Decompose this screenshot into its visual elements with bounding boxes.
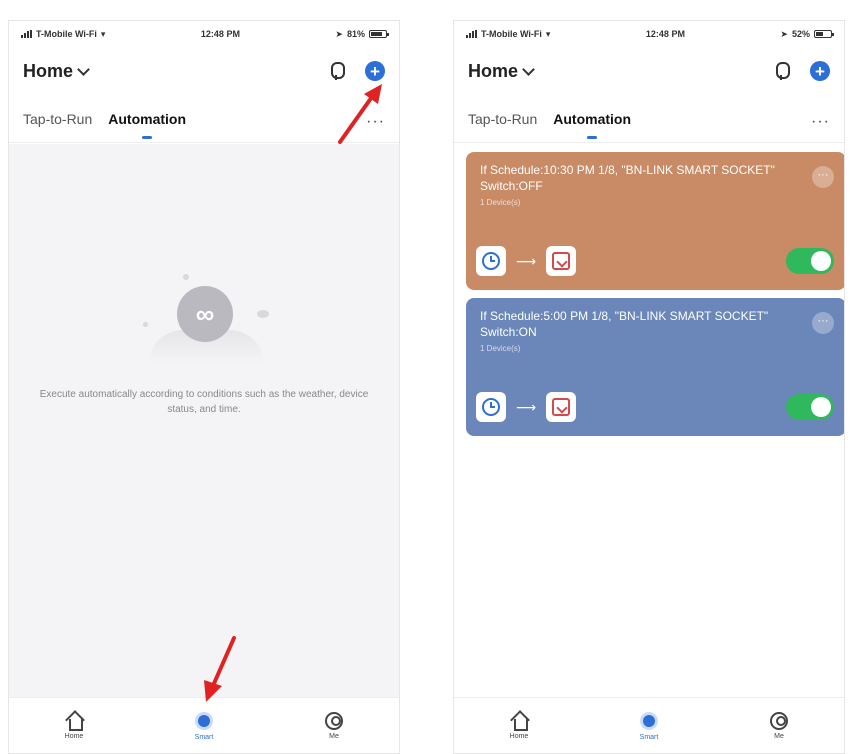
left-phone-screen: T-Mobile Wi-Fi ▾ 12:48 PM ➤ 81% Home + T…: [8, 20, 400, 754]
smart-sun-icon: [639, 711, 659, 731]
battery-icon: [368, 30, 389, 38]
home-selector[interactable]: Home: [468, 60, 535, 82]
decor-dot: [143, 322, 148, 327]
automation-toggle[interactable]: [786, 394, 834, 420]
add-icon[interactable]: +: [810, 61, 830, 81]
automation-card-title: If Schedule:5:00 PM 1/8, "BN-LINK SMART …: [480, 309, 769, 339]
tabbar-item-home[interactable]: Home: [44, 712, 104, 740]
home-selector[interactable]: Home: [23, 60, 90, 82]
tabbar-label: Smart: [194, 733, 214, 741]
automation-flow: ⟶: [476, 392, 577, 422]
automation-card-subtitle: 1 Device(s): [480, 198, 521, 207]
tabbar-label: Me: [774, 732, 784, 740]
tabs: Tap-to-Run Automation ···: [454, 101, 844, 143]
clock-icon: [482, 398, 500, 416]
device-chip: [546, 246, 577, 276]
mic-icon[interactable]: [329, 62, 345, 80]
toggle-knob: [811, 397, 831, 417]
signal-icon: [21, 30, 32, 38]
battery-icon: [813, 30, 834, 38]
home-title: Home: [468, 60, 519, 81]
wifi-icon: ▾: [100, 28, 106, 39]
device-chip: [546, 392, 577, 422]
bottom-tabbar: Home Smart Me: [454, 697, 844, 753]
home-title: Home: [23, 60, 74, 81]
app-header: Home +: [9, 51, 399, 91]
more-icon[interactable]: ···: [811, 113, 830, 131]
automation-empty-content: ∞ Execute automatically according to con…: [9, 144, 399, 697]
tabbar-label: Me: [329, 732, 339, 740]
arrow-right-icon: ⟶: [516, 252, 537, 269]
tabbar-item-home[interactable]: Home: [489, 712, 549, 740]
location-icon: ➤: [780, 28, 788, 39]
battery-percent: 52%: [791, 29, 810, 39]
location-icon: ➤: [335, 28, 343, 39]
battery-percent: 81%: [346, 29, 365, 39]
status-time: 12:48 PM: [645, 29, 685, 39]
status-bar: T-Mobile Wi-Fi ▾ 12:48 PM ➤ 81%: [9, 21, 399, 47]
tabbar-item-me[interactable]: Me: [304, 711, 364, 740]
arrow-right-icon: ⟶: [516, 398, 537, 415]
schedule-chip: [476, 392, 506, 422]
tab-automation[interactable]: Automation: [108, 111, 186, 139]
bottom-tabbar: Home Smart Me: [9, 697, 399, 753]
tabbar-item-smart[interactable]: Smart: [174, 711, 234, 741]
automation-card-off[interactable]: If Schedule:10:30 PM 1/8, "BN-LINK SMART…: [466, 152, 844, 290]
tab-tap-to-run[interactable]: Tap-to-Run: [468, 111, 537, 133]
tabbar-item-me[interactable]: Me: [749, 711, 809, 740]
chevron-down-icon: [522, 62, 535, 76]
wifi-icon: ▾: [545, 28, 551, 39]
home-icon: [510, 712, 528, 731]
battery-fill: [370, 32, 383, 36]
carrier-label: T-Mobile Wi-Fi: [36, 29, 97, 39]
user-icon: [770, 711, 788, 730]
decor-dot: [183, 274, 189, 280]
smart-sun-icon: [194, 711, 214, 731]
tabbar-label: Home: [509, 732, 529, 740]
app-header: Home +: [454, 51, 844, 91]
tabbar-label: Home: [64, 732, 84, 740]
socket-icon: [552, 398, 571, 416]
automation-card-title: If Schedule:10:30 PM 1/8, "BN-LINK SMART…: [480, 163, 775, 193]
card-more-icon[interactable]: ···: [812, 166, 834, 188]
tabbar-label: Smart: [639, 733, 659, 741]
automation-list: If Schedule:10:30 PM 1/8, "BN-LINK SMART…: [454, 144, 844, 697]
user-icon: [325, 711, 343, 730]
status-bar: T-Mobile Wi-Fi ▾ 12:48 PM ➤ 52%: [454, 21, 844, 47]
status-time: 12:48 PM: [200, 29, 240, 39]
automation-toggle[interactable]: [786, 248, 834, 274]
loop-icon: ∞: [177, 286, 233, 342]
toggle-knob: [811, 251, 831, 271]
home-icon: [65, 712, 83, 731]
chevron-down-icon: [77, 62, 90, 76]
automation-card-subtitle: 1 Device(s): [480, 344, 521, 353]
more-icon[interactable]: ···: [366, 113, 385, 131]
tabs: Tap-to-Run Automation ···: [9, 101, 399, 143]
socket-icon: [552, 252, 571, 270]
tab-automation[interactable]: Automation: [553, 111, 631, 139]
signal-icon: [466, 30, 477, 38]
automation-card-on[interactable]: If Schedule:5:00 PM 1/8, "BN-LINK SMART …: [466, 298, 844, 436]
decor-dot: [257, 310, 269, 318]
right-phone-screen: T-Mobile Wi-Fi ▾ 12:48 PM ➤ 52% Home + T…: [453, 20, 845, 754]
automation-flow: ⟶: [476, 246, 577, 276]
mic-icon[interactable]: [774, 62, 790, 80]
tabbar-item-smart[interactable]: Smart: [619, 711, 679, 741]
carrier-label: T-Mobile Wi-Fi: [481, 29, 542, 39]
battery-fill: [815, 32, 824, 36]
empty-illustration: ∞: [143, 274, 269, 364]
schedule-chip: [476, 246, 506, 276]
tab-tap-to-run[interactable]: Tap-to-Run: [23, 111, 92, 133]
add-icon[interactable]: +: [365, 61, 385, 81]
card-more-icon[interactable]: ···: [812, 312, 834, 334]
empty-state-message: Execute automatically according to condi…: [39, 389, 369, 415]
clock-icon: [482, 252, 500, 270]
